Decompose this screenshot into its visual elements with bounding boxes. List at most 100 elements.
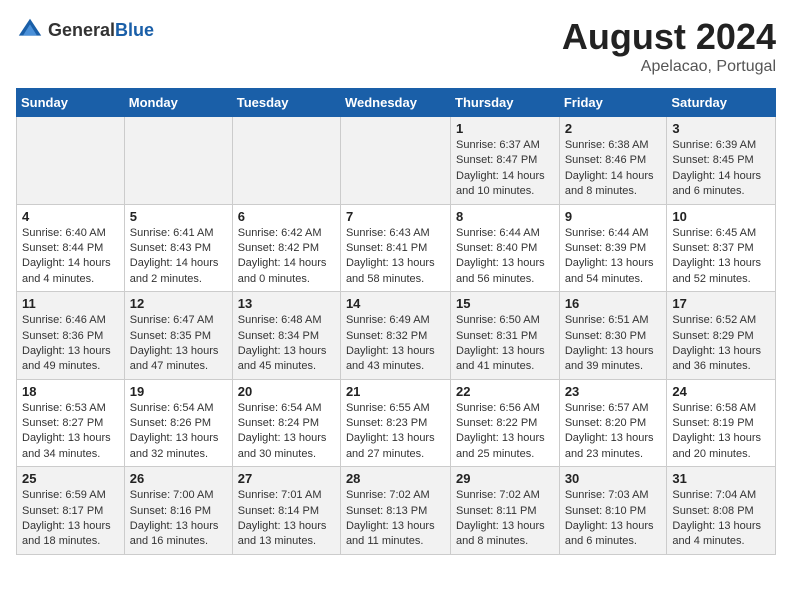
day-number: 14 <box>346 296 445 311</box>
calendar-cell: 22Sunrise: 6:56 AM Sunset: 8:22 PM Dayli… <box>451 379 560 467</box>
header-cell-sunday: Sunday <box>17 89 125 117</box>
day-number: 23 <box>565 384 662 399</box>
logo-blue: Blue <box>115 20 154 40</box>
calendar-cell: 12 Sunrise: 6:47 AM Sunset: 8:35 PM Dayli… <box>124 292 232 380</box>
day-number: 18 <box>22 384 119 399</box>
calendar-cell <box>124 117 232 205</box>
calendar-week-1: 1Sunrise: 6:37 AM Sunset: 8:47 PM Daylig… <box>17 117 776 205</box>
calendar-cell: 28 Sunrise: 7:02 AM Sunset: 8:13 PM Dayli… <box>340 467 450 555</box>
day-info: Sunrise: 6:54 AM Sunset: 8:24 PM Dayligh… <box>238 401 335 463</box>
day-info: Sunrise: 6:47 AM Sunset: 8:35 PM Dayligh… <box>130 313 227 375</box>
calendar-week-4: 18 Sunrise: 6:53 AM Sunset: 8:27 PM Dayli… <box>17 379 776 467</box>
day-info: Sunrise: 6:57 AM Sunset: 8:20 PM Dayligh… <box>565 401 662 463</box>
day-info: Sunrise: 6:59 AM Sunset: 8:17 PM Dayligh… <box>22 488 119 550</box>
calendar-cell: 15 Sunrise: 6:50 AM Sunset: 8:31 PM Dayli… <box>451 292 560 380</box>
day-info: Sunrise: 7:00 AM Sunset: 8:16 PM Dayligh… <box>130 488 227 550</box>
calendar-cell <box>17 117 125 205</box>
day-number: 5 <box>130 209 227 224</box>
calendar-cell: 10 Sunrise: 6:45 AM Sunset: 8:37 PM Dayli… <box>667 204 776 292</box>
title-block: August 2024 Apelacao, Portugal <box>562 16 776 76</box>
header-cell-saturday: Saturday <box>667 89 776 117</box>
calendar-cell: 8Sunrise: 6:44 AM Sunset: 8:40 PM Daylig… <box>451 204 560 292</box>
calendar-table: SundayMondayTuesdayWednesdayThursdayFrid… <box>16 88 776 555</box>
day-info: Sunrise: 6:49 AM Sunset: 8:32 PM Dayligh… <box>346 313 445 375</box>
location: Apelacao, Portugal <box>562 58 776 76</box>
day-info: Sunrise: 6:55 AM Sunset: 8:23 PM Dayligh… <box>346 401 445 463</box>
day-info: Sunrise: 6:58 AM Sunset: 8:19 PM Dayligh… <box>672 401 770 463</box>
logo-icon <box>16 16 44 44</box>
calendar-cell: 23 Sunrise: 6:57 AM Sunset: 8:20 PM Dayli… <box>559 379 667 467</box>
calendar-cell: 5Sunrise: 6:41 AM Sunset: 8:43 PM Daylig… <box>124 204 232 292</box>
day-info: Sunrise: 6:46 AM Sunset: 8:36 PM Dayligh… <box>22 313 119 375</box>
calendar-cell: 17 Sunrise: 6:52 AM Sunset: 8:29 PM Dayli… <box>667 292 776 380</box>
day-number: 17 <box>672 296 770 311</box>
calendar-cell: 3Sunrise: 6:39 AM Sunset: 8:45 PM Daylig… <box>667 117 776 205</box>
day-number: 2 <box>565 121 662 136</box>
calendar-cell: 25 Sunrise: 6:59 AM Sunset: 8:17 PM Dayli… <box>17 467 125 555</box>
day-number: 31 <box>672 471 770 486</box>
day-number: 28 <box>346 471 445 486</box>
day-info: Sunrise: 7:02 AM Sunset: 8:13 PM Dayligh… <box>346 488 445 550</box>
calendar-cell: 24 Sunrise: 6:58 AM Sunset: 8:19 PM Dayli… <box>667 379 776 467</box>
calendar-cell: 19 Sunrise: 6:54 AM Sunset: 8:26 PM Dayli… <box>124 379 232 467</box>
day-number: 10 <box>672 209 770 224</box>
day-number: 11 <box>22 296 119 311</box>
calendar-week-2: 4Sunrise: 6:40 AM Sunset: 8:44 PM Daylig… <box>17 204 776 292</box>
day-number: 13 <box>238 296 335 311</box>
day-info: Sunrise: 7:04 AM Sunset: 8:08 PM Dayligh… <box>672 488 770 550</box>
calendar-cell: 4Sunrise: 6:40 AM Sunset: 8:44 PM Daylig… <box>17 204 125 292</box>
header-cell-wednesday: Wednesday <box>340 89 450 117</box>
day-number: 30 <box>565 471 662 486</box>
month-year: August 2024 <box>562 16 776 58</box>
calendar-cell: 31 Sunrise: 7:04 AM Sunset: 8:08 PM Dayli… <box>667 467 776 555</box>
day-info: Sunrise: 6:45 AM Sunset: 8:37 PM Dayligh… <box>672 226 770 288</box>
day-info: Sunrise: 6:44 AM Sunset: 8:39 PM Dayligh… <box>565 226 662 288</box>
calendar-body: 1Sunrise: 6:37 AM Sunset: 8:47 PM Daylig… <box>17 117 776 555</box>
calendar-cell: 9 Sunrise: 6:44 AM Sunset: 8:39 PM Daylig… <box>559 204 667 292</box>
day-number: 8 <box>456 209 554 224</box>
day-info: Sunrise: 6:39 AM Sunset: 8:45 PM Dayligh… <box>672 138 770 200</box>
day-number: 6 <box>238 209 335 224</box>
day-info: Sunrise: 6:37 AM Sunset: 8:47 PM Dayligh… <box>456 138 554 200</box>
calendar-cell: 26Sunrise: 7:00 AM Sunset: 8:16 PM Dayli… <box>124 467 232 555</box>
header-cell-thursday: Thursday <box>451 89 560 117</box>
day-number: 12 <box>130 296 227 311</box>
day-number: 21 <box>346 384 445 399</box>
calendar-cell: 30Sunrise: 7:03 AM Sunset: 8:10 PM Dayli… <box>559 467 667 555</box>
day-info: Sunrise: 6:50 AM Sunset: 8:31 PM Dayligh… <box>456 313 554 375</box>
day-number: 19 <box>130 384 227 399</box>
day-info: Sunrise: 6:53 AM Sunset: 8:27 PM Dayligh… <box>22 401 119 463</box>
calendar-cell: 27Sunrise: 7:01 AM Sunset: 8:14 PM Dayli… <box>232 467 340 555</box>
day-number: 7 <box>346 209 445 224</box>
day-info: Sunrise: 6:43 AM Sunset: 8:41 PM Dayligh… <box>346 226 445 288</box>
calendar-cell: 21 Sunrise: 6:55 AM Sunset: 8:23 PM Dayli… <box>340 379 450 467</box>
calendar-cell: 13Sunrise: 6:48 AM Sunset: 8:34 PM Dayli… <box>232 292 340 380</box>
day-number: 9 <box>565 209 662 224</box>
calendar-cell: 14 Sunrise: 6:49 AM Sunset: 8:32 PM Dayli… <box>340 292 450 380</box>
header-cell-tuesday: Tuesday <box>232 89 340 117</box>
day-number: 25 <box>22 471 119 486</box>
calendar-cell <box>340 117 450 205</box>
day-info: Sunrise: 6:38 AM Sunset: 8:46 PM Dayligh… <box>565 138 662 200</box>
calendar-cell: 11 Sunrise: 6:46 AM Sunset: 8:36 PM Dayli… <box>17 292 125 380</box>
calendar-cell: 18 Sunrise: 6:53 AM Sunset: 8:27 PM Dayli… <box>17 379 125 467</box>
calendar-cell: 29Sunrise: 7:02 AM Sunset: 8:11 PM Dayli… <box>451 467 560 555</box>
day-info: Sunrise: 6:54 AM Sunset: 8:26 PM Dayligh… <box>130 401 227 463</box>
day-info: Sunrise: 6:52 AM Sunset: 8:29 PM Dayligh… <box>672 313 770 375</box>
header-cell-friday: Friday <box>559 89 667 117</box>
calendar-cell: 7 Sunrise: 6:43 AM Sunset: 8:41 PM Daylig… <box>340 204 450 292</box>
day-number: 15 <box>456 296 554 311</box>
calendar-header: SundayMondayTuesdayWednesdayThursdayFrid… <box>17 89 776 117</box>
day-info: Sunrise: 6:56 AM Sunset: 8:22 PM Dayligh… <box>456 401 554 463</box>
day-info: Sunrise: 6:51 AM Sunset: 8:30 PM Dayligh… <box>565 313 662 375</box>
day-number: 29 <box>456 471 554 486</box>
calendar-cell: 2 Sunrise: 6:38 AM Sunset: 8:46 PM Daylig… <box>559 117 667 205</box>
day-info: Sunrise: 6:40 AM Sunset: 8:44 PM Dayligh… <box>22 226 119 288</box>
day-info: Sunrise: 7:01 AM Sunset: 8:14 PM Dayligh… <box>238 488 335 550</box>
calendar-week-5: 25 Sunrise: 6:59 AM Sunset: 8:17 PM Dayli… <box>17 467 776 555</box>
day-number: 24 <box>672 384 770 399</box>
logo: GeneralBlue <box>16 16 154 44</box>
day-number: 20 <box>238 384 335 399</box>
calendar-cell: 16Sunrise: 6:51 AM Sunset: 8:30 PM Dayli… <box>559 292 667 380</box>
calendar-cell: 1Sunrise: 6:37 AM Sunset: 8:47 PM Daylig… <box>451 117 560 205</box>
